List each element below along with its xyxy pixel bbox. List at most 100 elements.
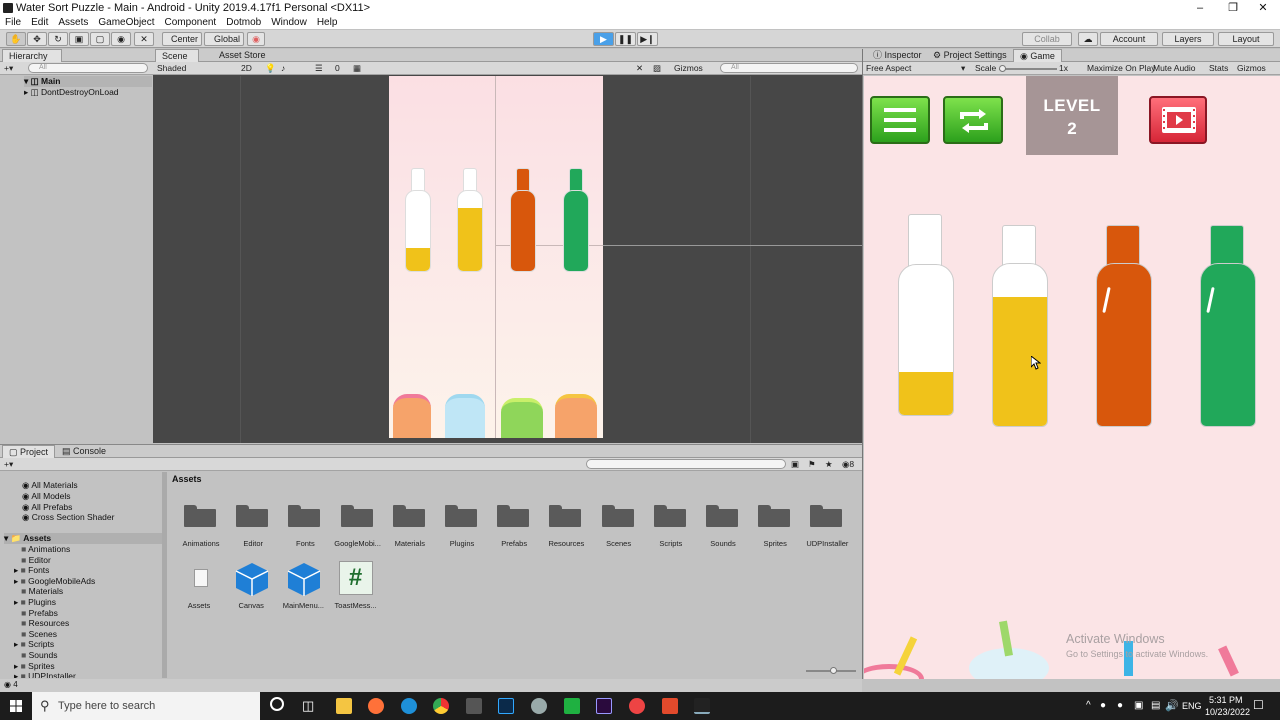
asset-folder-icon[interactable] <box>392 505 427 527</box>
zoom-slider[interactable] <box>806 667 856 674</box>
tree-folder-editor[interactable]: ■ Editor <box>14 555 51 565</box>
tray-icon-1[interactable]: ● <box>1100 700 1106 711</box>
tab-project[interactable]: ▢ Project <box>2 445 56 458</box>
volume-icon[interactable]: 🔊 <box>1165 699 1179 712</box>
tree-folder-plugins[interactable]: ▸ ■ Plugins <box>14 597 56 608</box>
bottle-2[interactable] <box>991 225 1049 428</box>
assets-breadcrumb[interactable]: Assets <box>172 474 202 484</box>
camera-icon[interactable]: ▨ <box>653 63 661 74</box>
asset-folder-icon[interactable] <box>340 505 375 527</box>
scene-gizmos-dropdown[interactable]: Gizmos <box>674 63 703 74</box>
menu-window[interactable]: Window <box>266 16 312 29</box>
fav-all-materials[interactable]: ◉ All Materials <box>22 480 78 491</box>
firefox-icon[interactable] <box>368 698 384 714</box>
fav-all-models[interactable]: ◉ All Models <box>22 491 71 502</box>
start-button[interactable] <box>0 692 32 720</box>
play-button[interactable]: ▶ <box>593 32 614 46</box>
menu-component[interactable]: Component <box>160 16 222 29</box>
hierarchy-item-main[interactable]: ▾ ◫ Main <box>24 76 152 87</box>
tray-chevron-icon[interactable]: ^ <box>1086 700 1091 711</box>
lighting-icon[interactable]: 💡 <box>265 63 276 74</box>
tree-folder-materials[interactable]: ■ Materials <box>14 586 63 596</box>
shading-dropdown[interactable]: Shaded <box>157 63 186 74</box>
video-ad-button[interactable] <box>1149 96 1207 144</box>
asset-folder-icon[interactable] <box>601 505 636 527</box>
tab-scene[interactable]: Scene <box>155 49 199 62</box>
app-icon-5[interactable] <box>662 698 678 714</box>
hidden-count[interactable]: 0 <box>335 63 340 74</box>
asset-folder-icon[interactable] <box>288 505 322 527</box>
maximize-on-play-toggle[interactable]: Maximize On Play <box>1087 63 1156 74</box>
create-button[interactable]: +▾ <box>4 63 13 74</box>
cloud-button[interactable]: ☁ <box>1078 32 1098 46</box>
tab-console[interactable]: ▤ Console <box>56 445 112 458</box>
game-view[interactable]: LEVEL 2 Activate Windows Go to Settings … <box>864 76 1280 679</box>
aspect-dropdown[interactable]: Free Aspect <box>866 63 911 74</box>
unity-taskbar-icon[interactable] <box>694 698 710 714</box>
favorite-star-icon[interactable]: ★ <box>825 459 833 470</box>
game-gizmos-dropdown[interactable]: Gizmos <box>1237 63 1266 74</box>
taskbar-search[interactable]: ⚲ Type here to search <box>32 692 260 720</box>
tree-folder-scripts[interactable]: ▸ ■ Scripts <box>14 639 54 650</box>
menu-gameobject[interactable]: GameObject <box>93 16 159 29</box>
app-icon-2[interactable] <box>531 698 547 714</box>
photoshop-icon[interactable] <box>498 698 514 714</box>
hierarchy-search[interactable]: All <box>28 63 148 73</box>
custom-tool-button[interactable]: ✕ <box>134 32 154 46</box>
snap-button[interactable]: ◉ <box>247 32 265 46</box>
tree-folder-fonts[interactable]: ▸ ■ Fonts <box>14 565 49 576</box>
hierarchy-item-dontdestroy[interactable]: ▸ ◫ DontDestroyOnLoad <box>24 87 119 98</box>
clock-date[interactable]: 10/23/2022 <box>1205 707 1250 717</box>
tree-assets-root[interactable]: ▾ 📁 Assets <box>4 533 162 544</box>
menu-edit[interactable]: Edit <box>26 16 53 29</box>
restart-button[interactable] <box>943 96 1003 144</box>
hand-tool-button[interactable]: ✋ <box>6 32 26 46</box>
scale-slider[interactable] <box>999 65 1057 72</box>
asset-folder-icon[interactable] <box>549 505 583 527</box>
asset-folder-icon[interactable] <box>184 505 218 527</box>
move-tool-button[interactable]: ✥ <box>27 32 47 46</box>
step-button[interactable]: ▶❙ <box>637 32 658 46</box>
task-view-icon[interactable]: ◫ <box>302 698 314 714</box>
aspect-chevron-icon[interactable]: ▾ <box>961 63 965 74</box>
bottle-1[interactable] <box>897 214 955 417</box>
tree-folder-resources[interactable]: ■ Resources <box>14 618 69 628</box>
asset-folder-icon[interactable] <box>706 505 740 527</box>
tree-folder-sprites[interactable]: ▸ ■ Sprites <box>14 661 55 672</box>
tree-folder-prefabs[interactable]: ■ Prefabs <box>14 608 58 618</box>
stats-toggle[interactable]: Stats <box>1209 63 1228 74</box>
asset-folder-icon[interactable] <box>810 505 844 527</box>
bottle-3[interactable] <box>1095 225 1153 428</box>
menu-button[interactable] <box>870 96 930 144</box>
tray-icon-2[interactable]: ● <box>1117 700 1123 711</box>
scale-tool-button[interactable]: ▣ <box>69 32 89 46</box>
tree-scrollbar[interactable] <box>162 472 167 678</box>
account-dropdown[interactable]: Account <box>1100 32 1158 46</box>
network-icon[interactable]: ▤ <box>1151 700 1160 711</box>
fx-icon[interactable]: ☰ <box>315 63 323 74</box>
tree-folder-sounds[interactable]: ■ Sounds <box>14 650 57 660</box>
filter-label-icon[interactable]: ⚑ <box>808 459 816 470</box>
tree-folder-googlemobileads[interactable]: ▸ ■ GoogleMobileAds <box>14 576 95 587</box>
tab-hierarchy[interactable]: Hierarchy <box>2 49 62 62</box>
hidden-packages-count[interactable]: ◉8 <box>842 459 854 470</box>
menu-assets[interactable]: Assets <box>53 16 93 29</box>
tree-folder-udpinstaller[interactable]: ▸ ■ UDPInstaller <box>14 671 76 678</box>
chrome-icon[interactable] <box>433 698 449 714</box>
project-search[interactable] <box>586 459 786 469</box>
scene-search[interactable]: All <box>720 63 858 73</box>
prefab-cube-icon[interactable] <box>286 561 322 600</box>
tree-folder-scenes[interactable]: ■ Scenes <box>14 629 57 639</box>
asset-file-icon[interactable] <box>194 569 208 587</box>
script-file-icon[interactable]: # <box>338 561 373 595</box>
rotate-tool-button[interactable]: ↻ <box>48 32 68 46</box>
asset-folder-icon[interactable] <box>445 505 479 527</box>
scene-tools-icon[interactable]: ✕ <box>636 63 643 74</box>
app-icon-1[interactable] <box>466 698 482 714</box>
menu-dotmob[interactable]: Dotmob <box>221 16 266 29</box>
language-indicator[interactable]: ENG <box>1182 701 1202 711</box>
rect-tool-button[interactable]: ▢ <box>90 32 110 46</box>
filter-type-icon[interactable]: ▣ <box>791 459 799 470</box>
notifications-icon[interactable]: ☐ <box>1253 698 1264 712</box>
tree-folder-animations[interactable]: ■ Animations <box>14 544 70 554</box>
